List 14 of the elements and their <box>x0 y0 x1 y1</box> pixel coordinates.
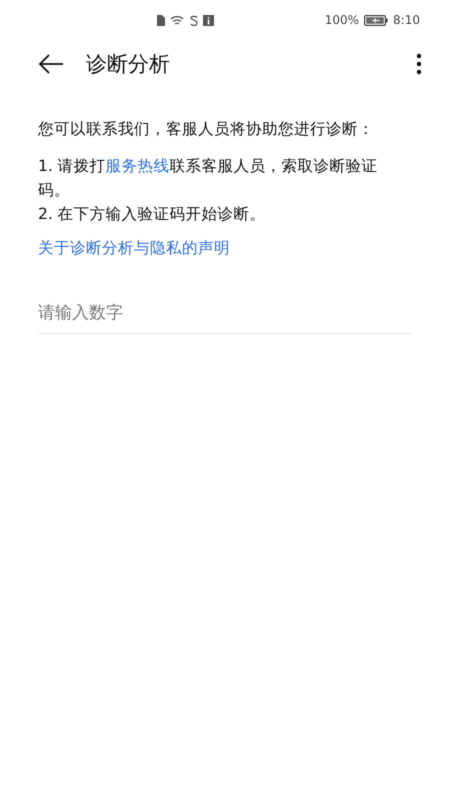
intro-text: 您可以联系我们，客服人员将协助您进行诊断： <box>38 119 375 140</box>
page-title: 诊断分析 <box>86 51 171 78</box>
battery-icon <box>364 14 388 26</box>
more-options-button[interactable] <box>416 53 422 75</box>
sim-icon <box>157 14 165 26</box>
battery-percent: 100% <box>324 13 360 27</box>
wifi-icon <box>170 14 184 26</box>
step-text: 2. 在下方输入验证码开始诊断。 <box>38 204 267 225</box>
service-hotline-link[interactable]: 服务热线 <box>106 157 170 175</box>
step-text: 1. 请拨打服务热线联系客服人员，索取诊断验证码。 <box>38 156 379 201</box>
clock: 8:10 <box>393 13 420 27</box>
back-button[interactable] <box>38 54 64 74</box>
privacy-statement-link[interactable]: 关于诊断分析与隐私的声明 <box>38 238 230 259</box>
info-icon <box>203 14 214 26</box>
